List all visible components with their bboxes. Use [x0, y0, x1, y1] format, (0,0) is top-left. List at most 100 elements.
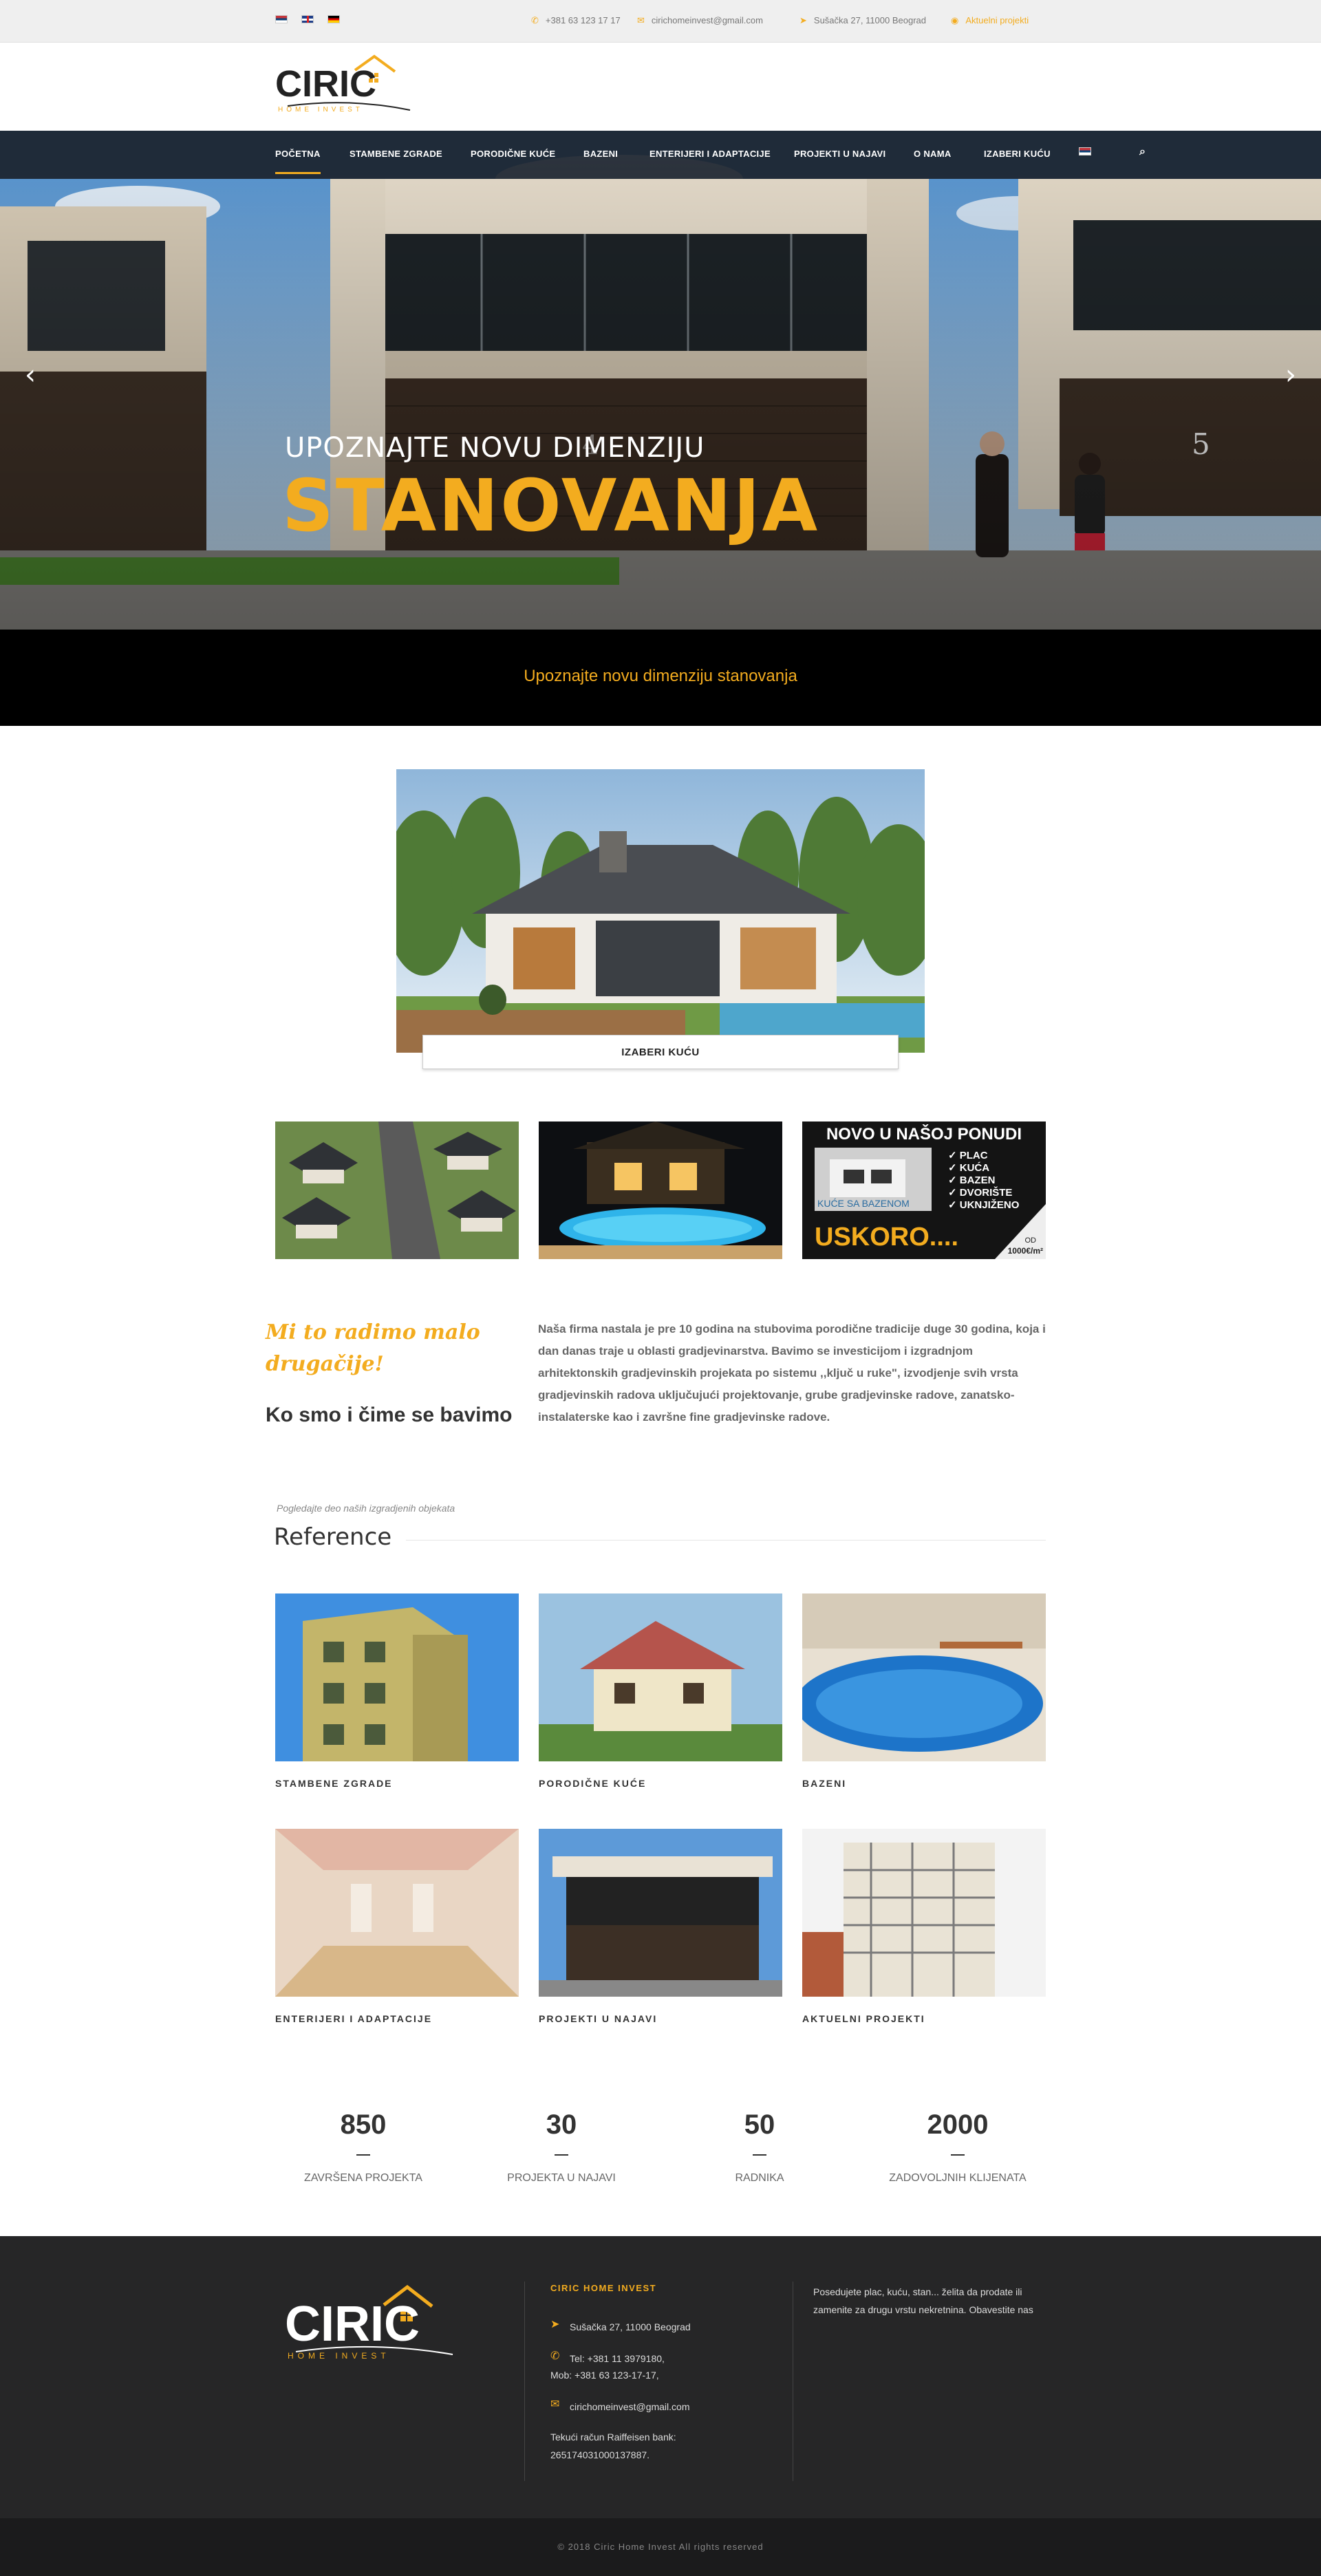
top-email-text: cirichomeinvest@gmail.com — [651, 15, 763, 25]
stat-value: 850 — [340, 2110, 387, 2140]
reference-label-bazeni[interactable]: BAZENI — [802, 1778, 846, 1789]
logo-text: CIRIC — [275, 63, 376, 105]
reference-divider — [406, 1540, 1046, 1541]
footer-tel[interactable]: Tel: +381 11 3979180, — [570, 2350, 665, 2367]
top-bar: ✆ +381 63 123 17 17 ✉ cirichomeinvest@gmai… — [0, 0, 1321, 43]
top-email[interactable]: ✉ cirichomeinvest@gmail.com — [637, 15, 763, 26]
footer-bank-label: Tekući račun Raiffeisen bank: — [550, 2432, 676, 2443]
site-footer — [0, 2236, 1321, 2518]
reference-label-projekti-u-najavi[interactable]: PROJEKTI U NAJAVI — [539, 2013, 657, 2024]
location-arrow-icon: ➤ — [799, 15, 807, 25]
nav-item-porodicne-kuce[interactable]: PORODIČNE KUĆE — [471, 149, 555, 159]
nav-item-enterijeri[interactable]: ENTERIJERI I ADAPTACIJE — [649, 149, 771, 159]
hero-next-arrow-icon[interactable]: › — [1277, 358, 1304, 392]
footer-mob[interactable]: Mob: +381 63 123-17-17, — [550, 2367, 659, 2383]
promo-price: 1000€/m² — [1008, 1246, 1043, 1256]
nav-item-bazeni[interactable]: BAZENI — [583, 149, 618, 159]
top-projects-link[interactable]: ◉ Aktuelni projekti — [951, 15, 1029, 26]
footer-logo-subtitle: HOME INVEST — [288, 2351, 390, 2361]
stat-label: ZADOVOLJNIH KLIJENATA — [889, 2172, 1027, 2184]
promo-house-label: KUĆE SA BAZENOM — [817, 1198, 910, 1209]
stat-completed-projects: 850 ZAVRŠENA PROJEKTA — [260, 2110, 466, 2185]
ciric-logo[interactable]: CIRIC HOME INVEST — [274, 50, 411, 118]
nav-language-flag-icon[interactable] — [1079, 147, 1091, 155]
top-address: ➤ Sušačka 27, 11000 Beograd — [799, 15, 926, 26]
nav-item-projekti-u-najavi[interactable]: PROJEKTI U NAJAVI — [794, 149, 885, 159]
stat-dash — [753, 2154, 766, 2156]
reference-image-aktuelni-projekti[interactable] — [802, 1829, 1046, 1997]
phone-icon: ✆ — [550, 2350, 560, 2362]
choose-house-button[interactable]: IZABERI KUĆU — [422, 1035, 899, 1069]
main-navigation: POČETNA STAMBENE ZGRADE PORODIČNE KUĆE B… — [0, 131, 1321, 179]
top-projects-text: Aktuelni projekti — [965, 15, 1029, 25]
feature-house-image[interactable] — [396, 769, 925, 1053]
hero-slider: 5 4 ‹ › UPOZNAJTE NOVU DIMENZIJU STANOVA… — [0, 131, 1321, 630]
reference-subtitle: Pogledajte deo naših izgradjenih objekat… — [277, 1503, 455, 1514]
promo-feature-2: ✓ KUĆA — [948, 1161, 989, 1174]
stat-dash — [555, 2154, 568, 2156]
top-phone[interactable]: ✆ +381 63 123 17 17 — [531, 15, 621, 26]
reference-image-bazeni[interactable] — [802, 1593, 1046, 1761]
reference-image-enterijeri[interactable] — [275, 1829, 519, 1997]
english-flag-icon[interactable] — [301, 15, 314, 23]
envelope-icon: ✉ — [550, 2398, 560, 2410]
footer-email[interactable]: cirichomeinvest@gmail.com — [570, 2398, 689, 2415]
nav-item-pocetna[interactable]: POČETNA — [275, 149, 321, 174]
footer-logo-text: CIRIC — [285, 2297, 420, 2352]
nav-item-stambene-zgrade[interactable]: STAMBENE ZGRADE — [350, 149, 442, 159]
stat-value: 50 — [744, 2110, 775, 2140]
footer-address: Sušačka 27, 11000 Beograd — [570, 2321, 691, 2332]
tagline-text: Upoznajte novu dimenziju stanovanja — [524, 667, 797, 685]
footer-divider-left — [524, 2282, 525, 2481]
reference-label-porodicne-kuce[interactable]: PORODIČNE KUĆE — [539, 1778, 646, 1789]
promo-feature-5: ✓ UKNJIŽENO — [948, 1199, 1020, 1211]
globe-icon: ◉ — [951, 15, 959, 25]
stat-workers: 50 RADNIKA — [656, 2110, 863, 2185]
footer-bottom-bar: © 2018 Ciric Home Invest All rights rese… — [0, 2518, 1321, 2576]
hero-house-image: 5 4 — [0, 131, 1321, 630]
stat-dash — [356, 2154, 370, 2156]
reference-label-aktuelni-projekti[interactable]: AKTUELNI PROJEKTI — [802, 2013, 925, 2024]
promo-price-from: OD — [1025, 1236, 1037, 1245]
logo-subtitle: HOME INVEST — [278, 106, 363, 114]
card-pool-night[interactable] — [539, 1121, 782, 1259]
reference-image-stambene-zgrade[interactable] — [275, 1593, 519, 1761]
stat-satisfied-clients: 2000 ZADOVOLJNIH KLIJENATA — [855, 2110, 1061, 2185]
reference-image-porodicne-kuce[interactable] — [539, 1593, 782, 1761]
search-icon[interactable]: ⌕ — [1139, 146, 1146, 158]
reference-label-enterijeri[interactable]: ENTERIJERI I ADAPTACIJE — [275, 2013, 432, 2024]
stat-announced-projects: 30 PROJEKTA U NAJAVI — [458, 2110, 665, 2185]
hero-title: STANOVANJA — [282, 464, 820, 548]
tagline-band: Upoznajte novu dimenziju stanovanja — [0, 630, 1321, 726]
stat-value: 2000 — [927, 2110, 989, 2140]
promo-feature-1: ✓ PLAC — [948, 1150, 988, 1161]
phone-icon: ✆ — [531, 15, 539, 25]
site-header: CIRIC HOME INVEST — [0, 43, 1321, 131]
about-title: Ko smo i čime se bavimo — [266, 1404, 513, 1426]
copyright-text: © 2018 Ciric Home Invest All rights rese… — [557, 2542, 764, 2552]
reference-label-stambene-zgrade[interactable]: STAMBENE ZGRADE — [275, 1778, 393, 1789]
footer-column-title: CIRIC HOME INVEST — [550, 2283, 657, 2293]
promo-heading: NOVO U NAŠOJ PONUDI — [826, 1124, 1022, 1144]
top-address-text: Sušačka 27, 11000 Beograd — [813, 15, 927, 25]
about-quote: Mi to radimo malo drugačije! — [266, 1320, 480, 1376]
nav-item-izaberi-kucu[interactable]: IZABERI KUĆU — [984, 149, 1051, 159]
top-phone-text: +381 63 123 17 17 — [545, 15, 621, 25]
hero-prev-arrow-icon[interactable]: ‹ — [17, 358, 44, 392]
stat-label: RADNIKA — [735, 2172, 784, 2184]
footer-contact-text: Posedujete plac, kuću, stan... želita da… — [813, 2286, 1033, 2315]
about-text: Naša firma nastala je pre 10 godina na s… — [538, 1322, 1046, 1424]
stat-value: 30 — [546, 2110, 577, 2140]
card-aerial-houses[interactable] — [275, 1121, 519, 1259]
stat-dash — [951, 2154, 965, 2156]
location-arrow-icon: ➤ — [550, 2319, 560, 2330]
reference-image-projekti-u-najavi[interactable] — [539, 1829, 782, 1997]
nav-item-o-nama[interactable]: O NAMA — [914, 149, 952, 159]
german-flag-icon[interactable] — [327, 15, 340, 23]
hero-subtitle: UPOZNAJTE NOVU DIMENZIJU — [285, 432, 705, 464]
envelope-icon: ✉ — [637, 15, 645, 25]
card-promo-new-offer[interactable]: NOVO U NAŠOJ PONUDI KUĆE SA BAZENOM ✓ PL… — [802, 1121, 1046, 1259]
serbian-flag-icon[interactable] — [275, 15, 288, 23]
stat-label: PROJEKTA U NAJAVI — [507, 2172, 616, 2184]
footer-logo[interactable]: CIRIC HOME INVEST — [282, 2277, 454, 2367]
